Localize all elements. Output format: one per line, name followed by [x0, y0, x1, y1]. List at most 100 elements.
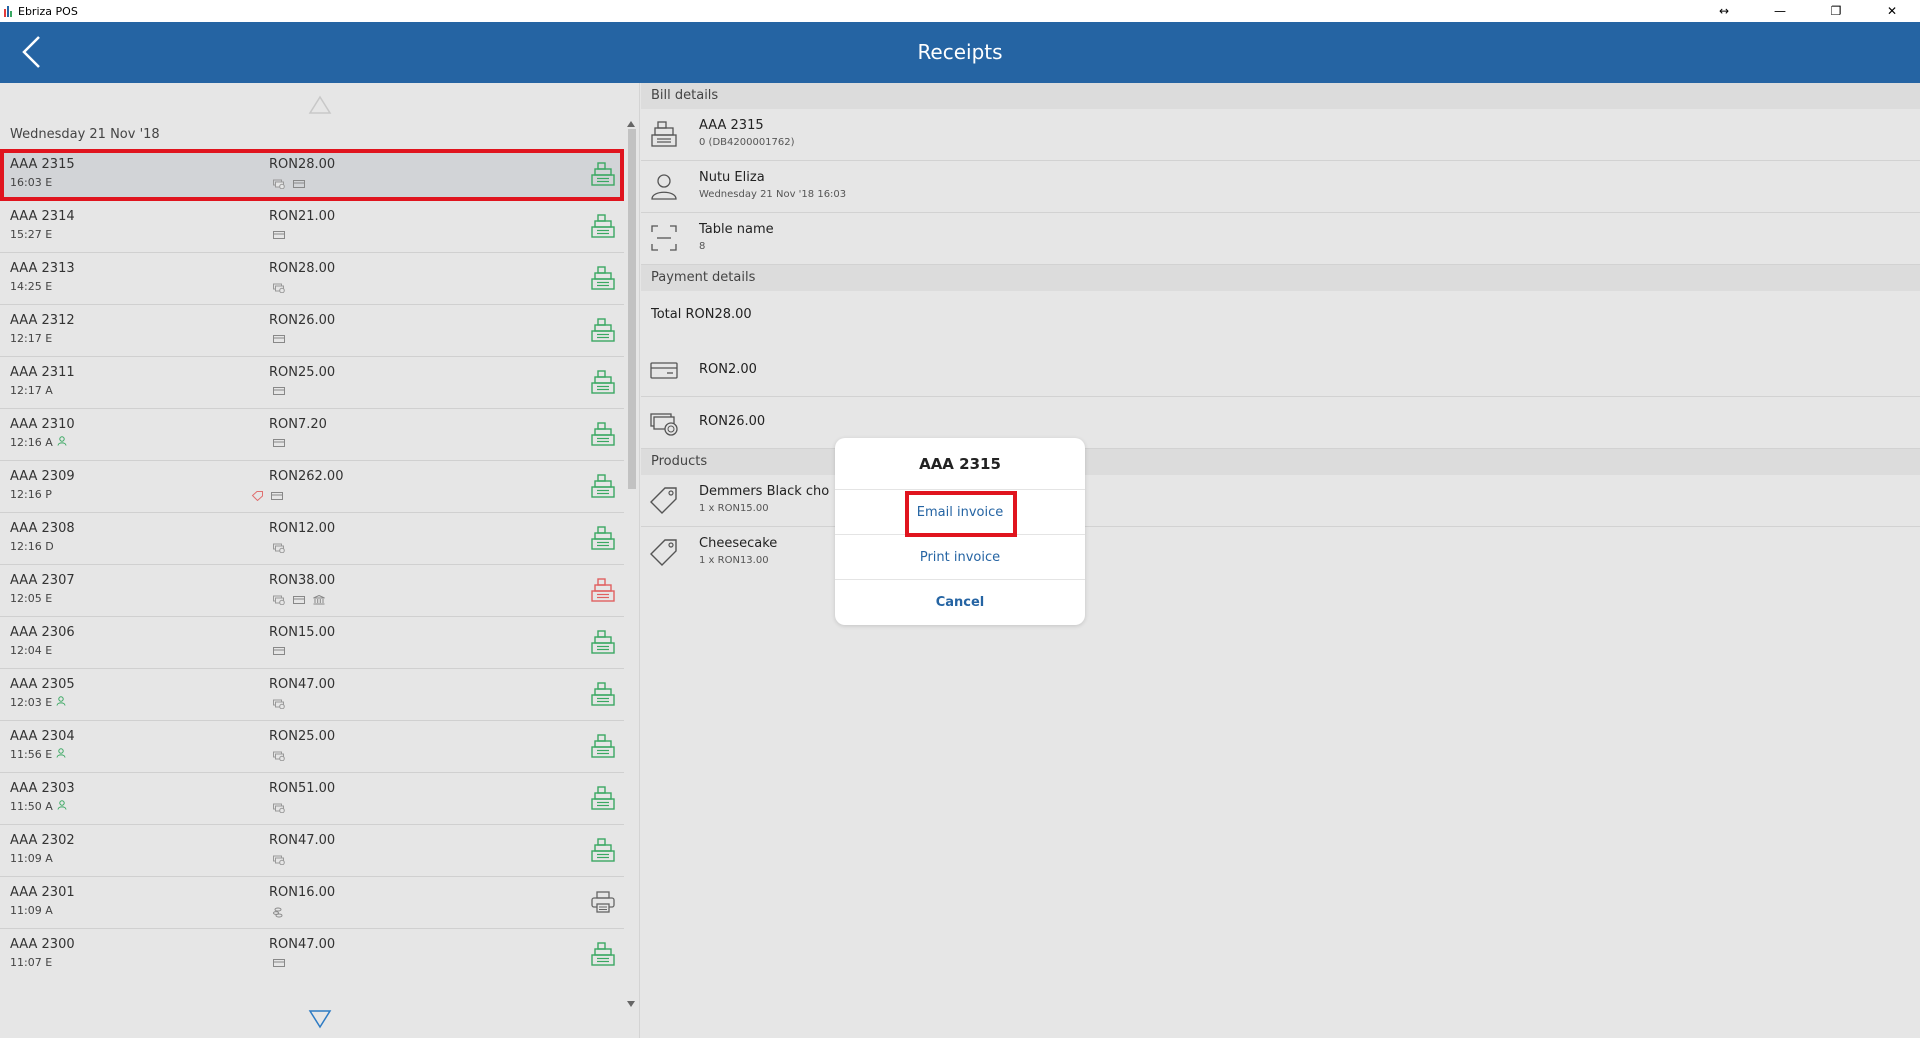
receipt-id: AAA 2312 [10, 313, 75, 328]
page-title: Receipts [917, 40, 1003, 64]
receipt-row[interactable]: AAA 2306 12:04 E RON15.00 [0, 617, 624, 669]
receipt-row[interactable]: AAA 2300 11:07 E RON47.00 [0, 929, 624, 979]
cash-icon [273, 595, 285, 605]
price-tag-icon [650, 539, 677, 566]
receipt-time-line: 12:03 E [10, 696, 66, 709]
cash-icon [273, 751, 285, 761]
receipt-time-line: 12:17 E [10, 332, 52, 345]
cash-register-status-icon[interactable] [590, 838, 616, 862]
receipt-time: 12:16 A [10, 436, 53, 449]
card-icon [271, 492, 283, 500]
cash-register-status-icon[interactable] [590, 422, 616, 446]
maximize-button[interactable]: ❐ [1808, 0, 1864, 22]
receipt-row[interactable]: AAA 2313 14:25 E RON28.00 [0, 253, 624, 305]
card-icon [650, 362, 678, 379]
receipt-row[interactable]: AAA 2309 12:16 P RON262.00 [0, 461, 624, 513]
resize-button[interactable]: ↔ [1696, 0, 1752, 22]
waiter-date: Wednesday 21 Nov '18 16:03 [699, 189, 847, 200]
receipt-time: 12:16 D [10, 540, 54, 553]
receipt-time: 12:03 E [10, 696, 53, 709]
product-name: Demmers Black cho [699, 484, 830, 499]
customer-icon [57, 800, 67, 813]
receipt-time-line: 11:50 A [10, 800, 67, 813]
cash-register-status-icon[interactable] [590, 734, 616, 758]
receipt-row[interactable]: AAA 2304 11:56 E RON25.00 [0, 721, 624, 773]
scrollbar-up-icon[interactable] [627, 121, 635, 127]
waiter-detail-row: Nutu Eliza Wednesday 21 Nov '18 16:03 [641, 161, 1920, 213]
receipt-id: AAA 2304 [10, 729, 75, 744]
scroll-up-icon[interactable] [308, 95, 332, 115]
minimize-button[interactable]: — [1752, 0, 1808, 22]
receipt-id: AAA 2308 [10, 521, 75, 536]
receipt-details-panel: Bill details AAA 2315 0 (DB4200001762) N… [641, 83, 1920, 1038]
card-icon [273, 959, 285, 967]
receipt-amount: RON47.00 [269, 833, 336, 848]
receipt-time: 12:04 E [10, 644, 53, 657]
receipt-id: AAA 2313 [10, 261, 75, 276]
receipt-id: AAA 2307 [10, 573, 75, 588]
cash-register-status-icon[interactable] [590, 682, 616, 706]
receipt-row[interactable]: AAA 2301 11:09 A RON16.00 [0, 877, 624, 929]
card-icon [273, 439, 285, 447]
scroll-thumb[interactable] [628, 129, 636, 489]
receipt-row[interactable]: AAA 2307 12:05 E RON38.00 [0, 565, 624, 617]
printer-icon[interactable] [590, 890, 616, 914]
scrollbar-down-icon[interactable] [627, 1001, 635, 1007]
table-value: 8 [699, 241, 706, 252]
receipt-row[interactable]: AAA 2310 12:16 A RON7.20 [0, 409, 624, 461]
cancel-button[interactable]: Cancel [835, 580, 1085, 625]
cash-register-status-icon[interactable] [590, 526, 616, 550]
receipt-time-line: 11:09 A [10, 852, 53, 865]
receipt-amount: RON47.00 [269, 937, 336, 952]
receipt-row[interactable]: AAA 2308 12:16 D RON12.00 [0, 513, 624, 565]
cash-register-status-icon[interactable] [590, 318, 616, 342]
card-icon [273, 647, 285, 655]
receipt-time-line: 11:56 E [10, 748, 66, 761]
waiter-name: Nutu Eliza [699, 170, 765, 185]
product-name: Cheesecake [699, 536, 778, 551]
receipt-amount: RON15.00 [269, 625, 336, 640]
print-invoice-button[interactable]: Print invoice [835, 535, 1085, 580]
scroll-down-icon[interactable] [308, 1009, 332, 1029]
card-payment-row: RON2.00 [641, 345, 1920, 397]
receipt-id: AAA 2305 [10, 677, 75, 692]
cash-register-status-icon[interactable] [590, 370, 616, 394]
cash-icon [273, 543, 285, 553]
card-amount: RON2.00 [699, 362, 757, 377]
cash-register-status-icon[interactable] [590, 630, 616, 654]
receipt-row[interactable]: AAA 2305 12:03 E RON47.00 [0, 669, 624, 721]
cash-register-status-icon[interactable] [590, 474, 616, 498]
receipt-id: AAA 2314 [10, 209, 75, 224]
cash-register-status-icon[interactable] [590, 578, 616, 602]
receipt-id: AAA 2306 [10, 625, 75, 640]
receipt-amount: RON21.00 [269, 209, 336, 224]
cash-icon [273, 855, 285, 865]
receipt-amount: RON47.00 [269, 677, 336, 692]
receipt-row[interactable]: AAA 2314 15:27 E RON21.00 [0, 201, 624, 253]
receipt-row[interactable]: AAA 2315 16:03 E RON28.00 [0, 149, 624, 201]
cash-register-status-icon[interactable] [590, 214, 616, 238]
receipt-time: 14:25 E [10, 280, 53, 293]
cash-register-status-icon[interactable] [590, 266, 616, 290]
highlight-box [905, 491, 1017, 537]
payment-total: Total RON28.00 [651, 307, 752, 322]
receipt-time: 11:09 A [10, 852, 53, 865]
receipt-time-line: 12:16 D [10, 540, 54, 553]
receipt-row[interactable]: AAA 2311 12:17 A RON25.00 [0, 357, 624, 409]
cash-icon [273, 699, 285, 709]
cash-register-status-icon[interactable] [590, 942, 616, 966]
receipt-time: 11:07 E [10, 956, 53, 969]
receipt-row[interactable]: AAA 2303 11:50 A RON51.00 [0, 773, 624, 825]
receipt-time-line: 12:05 E [10, 592, 52, 605]
table-detail-row: Table name 8 [641, 213, 1920, 265]
receipt-amount: RON28.00 [269, 261, 336, 276]
receipt-row[interactable]: AAA 2302 11:09 A RON47.00 [0, 825, 624, 877]
cash-register-status-icon[interactable] [590, 162, 616, 186]
cash-amount: RON26.00 [699, 414, 766, 429]
cash-register-status-icon[interactable] [590, 786, 616, 810]
receipt-row[interactable]: AAA 2312 12:17 E RON26.00 [0, 305, 624, 357]
card-icon [273, 335, 285, 343]
list-scrollbar[interactable] [626, 121, 636, 1007]
close-button[interactable]: ✕ [1864, 0, 1920, 22]
receipt-time-line: 12:16 P [10, 488, 52, 501]
